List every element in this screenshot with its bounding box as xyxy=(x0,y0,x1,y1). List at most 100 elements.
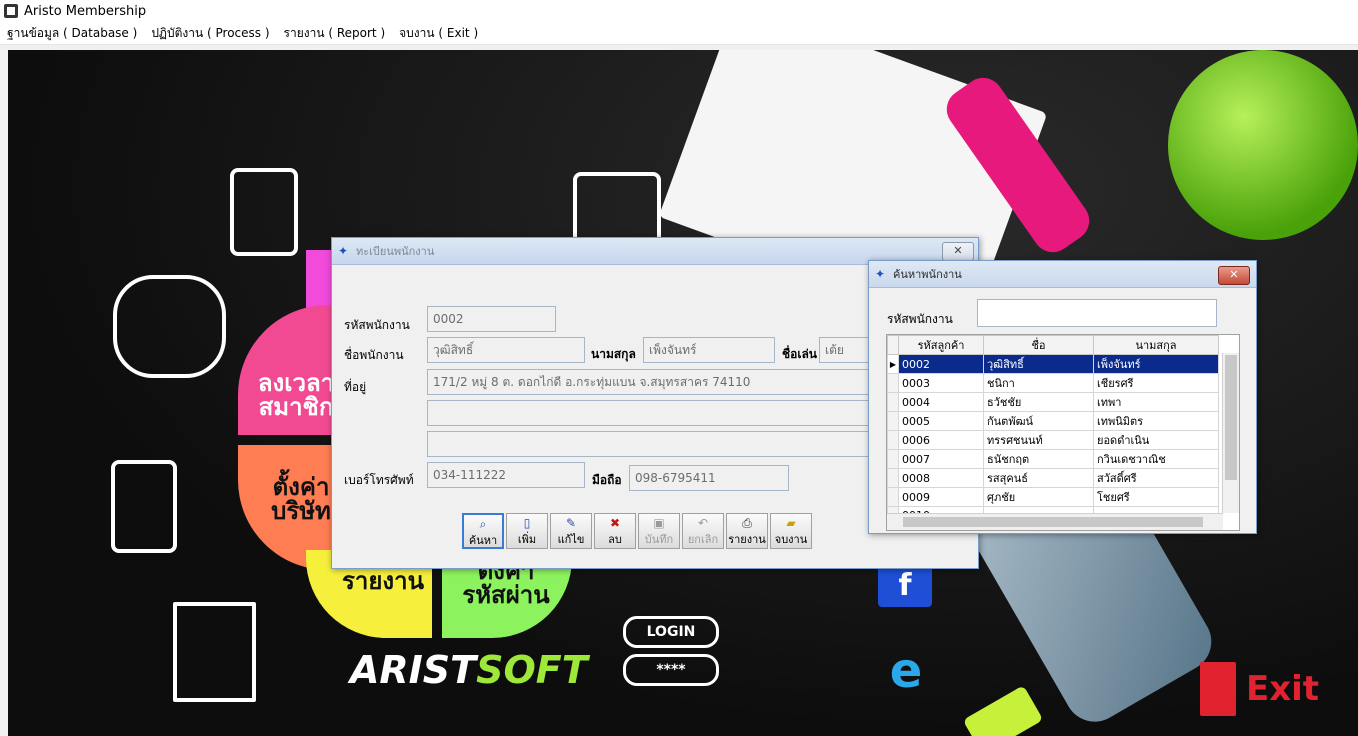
col-header-name[interactable]: ชื่อ xyxy=(983,335,1094,355)
surname-label: นามสกุล xyxy=(591,347,636,361)
col-header-id[interactable]: รหัสลูกค้า xyxy=(898,335,984,355)
surname-field[interactable]: เพ็งจันทร์ xyxy=(643,337,775,363)
address-line1-field[interactable]: 171/2 หมู่ 8 ต. ดอกไก่ดี อ.กระทุ่มแบน จ.… xyxy=(427,369,869,395)
horizontal-scrollbar[interactable] xyxy=(887,513,1223,530)
runner-icon: ✦ xyxy=(338,244,349,258)
table-row[interactable]: 0007 ธนัชกฤต กวินเดชวาณิช xyxy=(887,449,1219,469)
cell-surname: กวินเดชวาณิช xyxy=(1093,449,1219,469)
menu-process[interactable]: ปฏิบัติงาน ( Process ) xyxy=(151,24,269,43)
segment-checkin-label-2: สมาชิก xyxy=(258,393,334,421)
title-bar: Aristo Membership xyxy=(0,0,1358,22)
undo-icon: ↶ xyxy=(697,516,709,530)
binoculars-icon: ⌕ xyxy=(479,517,487,531)
cell-id: 0008 xyxy=(898,468,984,488)
table-row[interactable]: 0008 รสสุคนธ์ สวัสดิ์ศรี xyxy=(887,468,1219,488)
search-emp-id-input[interactable] xyxy=(977,299,1217,327)
segment-password-label-2: รหัสผ่าน xyxy=(462,581,550,609)
search-window-title: ค้นหาพนักงาน xyxy=(893,268,962,281)
server-icon xyxy=(111,460,177,553)
app-window: Aristo Membership ฐานข้อมูล ( Database )… xyxy=(0,0,1358,736)
table-row[interactable]: 0006 ทรรศชนนท์ ยอดดำเนิน xyxy=(887,430,1219,450)
exit-form-button[interactable]: ▰ จบงาน xyxy=(770,513,812,549)
row-indicator xyxy=(887,392,899,412)
menu-report[interactable]: รายงาน ( Report ) xyxy=(284,24,386,43)
phone-field[interactable]: 034-111222 xyxy=(427,462,585,488)
row-indicator: ▶ xyxy=(887,354,899,374)
row-indicator xyxy=(887,468,899,488)
menu-database[interactable]: ฐานข้อมูล ( Database ) xyxy=(7,24,137,43)
report-sheet-icon xyxy=(173,602,256,702)
vertical-scrollbar[interactable] xyxy=(1222,353,1239,513)
row-indicator xyxy=(887,373,899,393)
cell-id: 0003 xyxy=(898,373,984,393)
cell-id: 0006 xyxy=(898,430,984,450)
col-header-surname[interactable]: นามสกุล xyxy=(1093,335,1219,355)
cell-name: ชนิกา xyxy=(983,373,1094,393)
internet-explorer-icon[interactable]: e xyxy=(878,643,934,699)
cancel-button[interactable]: ↶ ยกเลิก xyxy=(682,513,724,549)
nickname-label: ชื่อเล่น xyxy=(782,347,818,361)
bodybuilder-icon xyxy=(113,275,226,378)
search-button[interactable]: ⌕ ค้นหา xyxy=(462,513,504,549)
vertical-scroll-thumb[interactable] xyxy=(1225,355,1237,480)
exit-door-icon xyxy=(1200,662,1236,716)
row-indicator xyxy=(887,430,899,450)
address-label: ที่อยู่ xyxy=(344,380,367,394)
mobile-field[interactable]: 098-6795411 xyxy=(629,465,789,491)
segment-report-label: รายงาน xyxy=(341,567,425,595)
table-row[interactable]: 0005 กันตพัฒน์ เทพนิมิตร xyxy=(887,411,1219,431)
cell-name: วุฒิสิทธิ์ xyxy=(983,354,1094,374)
horizontal-scroll-thumb[interactable] xyxy=(903,517,1203,527)
address-line3-field[interactable] xyxy=(427,431,869,457)
cell-name: ธวัชชัย xyxy=(983,392,1094,412)
new-doc-icon: ▯ xyxy=(523,516,531,530)
facebook-icon[interactable]: f xyxy=(878,565,932,607)
employee-toolbar: ⌕ ค้นหา ▯ เพิ่ม ✎ แก้ไข ✖ ลบ ▣ บันทึก ↶ ยกเลิก… xyxy=(462,513,814,549)
exit-button[interactable]: Exit xyxy=(1200,662,1319,716)
cell-surname: เทพนิมิตร xyxy=(1093,411,1219,431)
search-window-titlebar: ✦ ค้นหาพนักงาน xyxy=(869,261,1256,288)
close-button[interactable]: ✕ xyxy=(942,242,974,261)
search-window: ✦ ค้นหาพนักงาน ✕ รหัสพนักงาน รหัสลูกค้า … xyxy=(868,260,1257,534)
cell-name: ศุภชัย xyxy=(983,487,1094,507)
runner-icon: ✦ xyxy=(875,267,886,281)
save-button[interactable]: ▣ บันทึก xyxy=(638,513,680,549)
cell-id: 0004 xyxy=(898,392,984,412)
cell-name: รสสุคนธ์ xyxy=(983,468,1094,488)
printer-icon: ⎙ xyxy=(742,516,752,530)
row-indicator xyxy=(887,449,899,469)
results-grid: รหัสลูกค้า ชื่อ นามสกุล ▶ 0002 วุฒิสิทธิ์เ… xyxy=(886,334,1240,531)
cell-surname: ยอดดำเนิน xyxy=(1093,430,1219,450)
cell-surname: สวัสดิ์ศรี xyxy=(1093,468,1219,488)
name-field[interactable]: วุฒิสิทธิ์ xyxy=(427,337,585,363)
aristsoft-logo: ARISTSOFT xyxy=(350,648,588,692)
cell-surname: เทพา xyxy=(1093,392,1219,412)
name-label: ชื่อพนักงาน xyxy=(344,348,404,362)
table-row[interactable]: 0004 ธวัชชัย เทพา xyxy=(887,392,1219,412)
menu-exit[interactable]: จบงาน ( Exit ) xyxy=(399,24,478,43)
save-icon: ▣ xyxy=(653,516,665,530)
table-row[interactable]: ▶ 0002 วุฒิสิทธิ์ เพ็งจันทร์ xyxy=(887,354,1219,374)
emp-id-field[interactable]: 0002 xyxy=(427,306,556,332)
cell-id: 0005 xyxy=(898,411,984,431)
cell-id: 0009 xyxy=(898,487,984,507)
cell-id: 0002 xyxy=(898,354,984,374)
password-badge: **** xyxy=(623,654,719,686)
emp-id-label: รหัสพนักงาน xyxy=(344,318,410,332)
row-indicator xyxy=(887,487,899,507)
table-row[interactable]: 0009 ศุภชัย โชยศรี xyxy=(887,487,1219,507)
report-button[interactable]: ⎙ รายงาน xyxy=(726,513,768,549)
login-badge: LOGIN xyxy=(623,616,719,648)
cell-name: ทรรศชนนท์ xyxy=(983,430,1094,450)
cell-name: ธนัชกฤต xyxy=(983,449,1094,469)
mobile-label: มือถือ xyxy=(592,473,622,487)
address-line2-field[interactable] xyxy=(427,400,869,426)
search-close-button[interactable]: ✕ xyxy=(1218,266,1250,285)
delete-button[interactable]: ✖ ลบ xyxy=(594,513,636,549)
add-button[interactable]: ▯ เพิ่ม xyxy=(506,513,548,549)
table-row[interactable]: 0003 ชนิกา เชียรศรี xyxy=(887,373,1219,393)
segment-company-label-2: บริษัท xyxy=(271,497,331,525)
menu-bar: ฐานข้อมูล ( Database ) ปฏิบัติงาน ( Proc… xyxy=(0,22,1358,45)
edit-button[interactable]: ✎ แก้ไข xyxy=(550,513,592,549)
cell-id: 0007 xyxy=(898,449,984,469)
